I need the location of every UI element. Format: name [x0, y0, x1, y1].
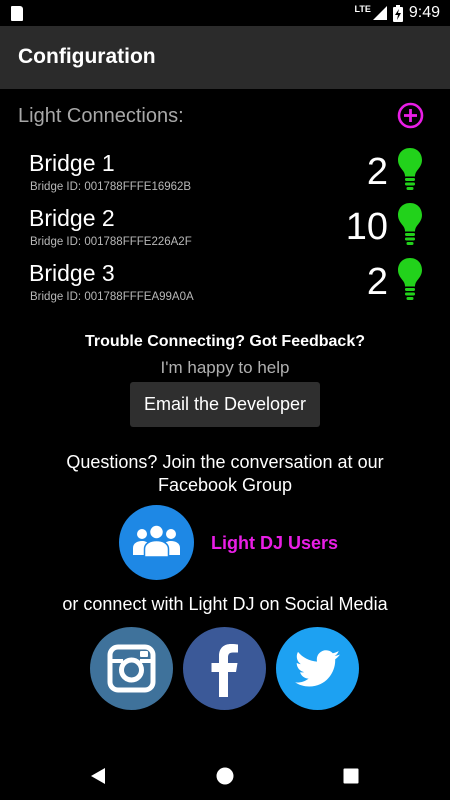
- clock: 9:49: [408, 4, 440, 21]
- add-circle-icon[interactable]: [397, 102, 424, 129]
- bridge-row[interactable]: Bridge 1 Bridge ID: 001788FFFE16962B 2: [29, 148, 429, 200]
- light-connections-label: Light Connections:: [18, 105, 184, 127]
- sd-card-icon: [11, 6, 23, 21]
- twitter-icon[interactable]: [276, 627, 359, 710]
- network-type: LTE: [354, 4, 371, 14]
- app-bar: Configuration: [0, 26, 450, 89]
- questions-line: Questions? Join the conversation at our: [66, 452, 384, 472]
- status-bar: LTE 9:49: [0, 0, 450, 26]
- facebook-group-link[interactable]: Light DJ Users: [211, 533, 338, 554]
- light-bulb-icon: [398, 258, 422, 300]
- questions-line: Facebook Group: [157, 475, 293, 495]
- bridge-id: Bridge ID: 001788FFFE226A2F: [30, 236, 192, 248]
- recent-apps-icon[interactable]: [339, 764, 363, 788]
- group-users-icon[interactable]: [119, 505, 194, 580]
- status-icons: LTE 9:49: [355, 3, 440, 23]
- battery-charging-icon: [392, 4, 403, 22]
- bridge-name: Bridge 3: [29, 260, 115, 286]
- light-bulb-icon: [398, 148, 422, 190]
- questions-text: Questions? Join the conversation at our …: [0, 451, 450, 497]
- back-icon[interactable]: [86, 764, 110, 788]
- light-bulb-icon: [398, 203, 422, 245]
- social-label: or connect with Light DJ on Social Media: [62, 594, 388, 614]
- bridge-name: Bridge 2: [29, 205, 115, 231]
- light-count: 2: [366, 151, 388, 193]
- home-icon[interactable]: [213, 764, 237, 788]
- support-heading: Trouble Connecting? Got Feedback?: [84, 333, 365, 350]
- email-developer-button[interactable]: Email the Developer: [130, 382, 320, 427]
- bridge-row[interactable]: Bridge 3 Bridge ID: 001788FFFEA99A0A 2: [29, 258, 429, 310]
- signal-icon: [372, 6, 387, 20]
- light-count: 2: [366, 261, 388, 303]
- page-title: Configuration: [18, 45, 156, 68]
- support-subheading: I'm happy to help: [160, 358, 290, 377]
- instagram-icon[interactable]: [90, 627, 173, 710]
- bridge-id: Bridge ID: 001788FFFEA99A0A: [30, 291, 194, 303]
- light-count: 10: [345, 206, 388, 248]
- navigation-bar: [0, 752, 450, 800]
- bridge-id: Bridge ID: 001788FFFE16962B: [30, 181, 192, 193]
- bridge-row[interactable]: Bridge 2 Bridge ID: 001788FFFE226A2F 10: [29, 203, 429, 255]
- facebook-icon[interactable]: [183, 627, 266, 710]
- bridge-name: Bridge 1: [29, 150, 115, 176]
